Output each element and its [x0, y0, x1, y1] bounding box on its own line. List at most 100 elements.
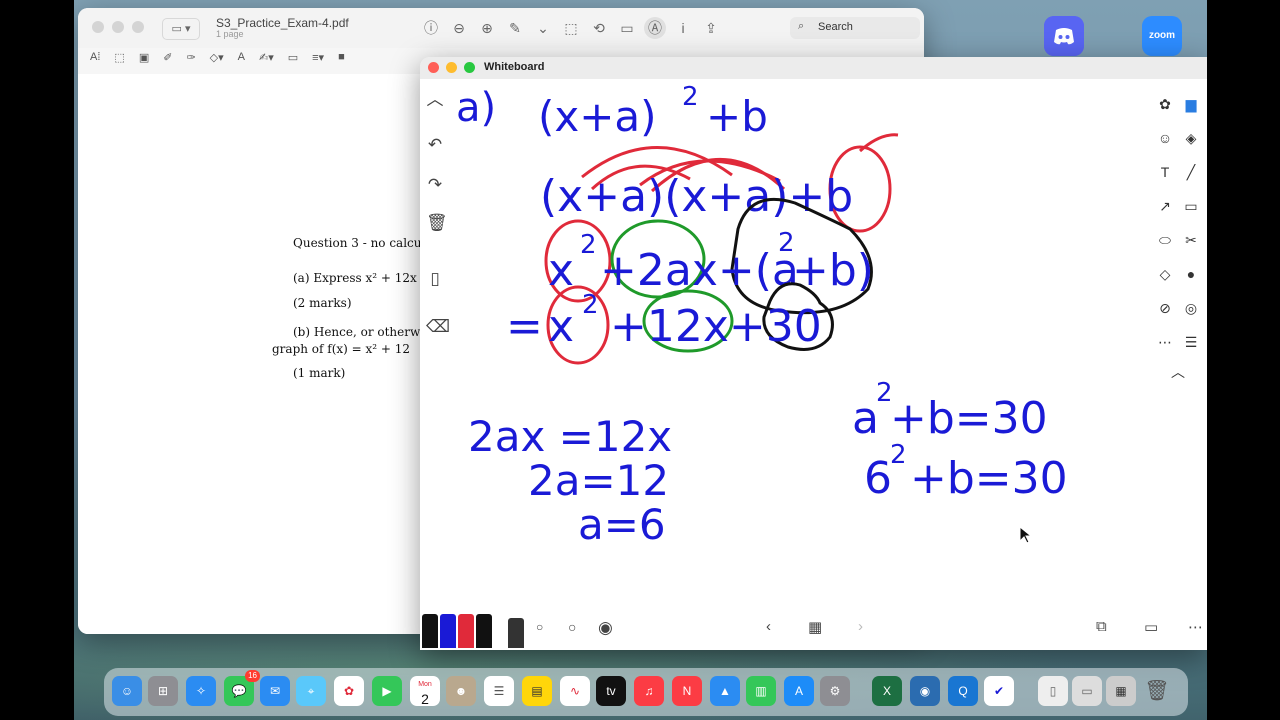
chevron-down-icon[interactable]: ⌄ [532, 17, 554, 39]
collapse-up-icon[interactable]: ︿ [426, 85, 444, 110]
small-stroke-icon[interactable]: ○ [536, 620, 543, 634]
arrow-tool-icon[interactable]: ↗ [1154, 195, 1176, 217]
ellipse-tool-icon[interactable]: ⬭ [1154, 229, 1176, 251]
next-page-icon[interactable]: › [858, 618, 863, 635]
info-i-icon[interactable]: i [672, 17, 694, 39]
maps-icon[interactable]: ⌖ [296, 676, 326, 706]
scissors-icon[interactable]: ✂ [1180, 229, 1202, 251]
redo-icon[interactable]: ↷ [426, 175, 444, 195]
minimize-button[interactable] [446, 62, 457, 73]
freeform-icon[interactable]: ∿ [560, 676, 590, 706]
fill-tool-icon[interactable]: ◇ [1154, 263, 1176, 285]
instant-alpha-icon[interactable]: ▣ [139, 51, 149, 64]
screenshot-icon[interactable]: ▭ [1072, 676, 1102, 706]
more-options-icon[interactable]: ⋯ [1188, 618, 1203, 636]
black-pen-icon[interactable] [422, 614, 438, 648]
safari-icon[interactable]: ✧ [186, 676, 216, 706]
system-settings-icon[interactable]: ⚙ [820, 676, 850, 706]
finder-icon[interactable]: ☺ [112, 676, 142, 706]
excel-icon[interactable]: X [872, 676, 902, 706]
app-store-icon[interactable]: A [784, 676, 814, 706]
close-button[interactable] [428, 62, 439, 73]
launchpad-icon[interactable]: ⊞ [148, 676, 178, 706]
rectangle-tool-icon[interactable]: ▭ [1180, 195, 1202, 217]
solve-line3: a=6 [578, 500, 666, 549]
share-icon[interactable]: ⇪ [700, 17, 722, 39]
zoom-in-icon[interactable]: ⊕ [476, 17, 498, 39]
large-stroke-icon[interactable]: ◉ [598, 618, 613, 638]
apple-tv-icon[interactable]: tv [596, 676, 626, 706]
signature-icon[interactable]: ✍▾ [259, 51, 274, 64]
numbers-icon[interactable]: ▥ [746, 676, 776, 706]
sticker-icon[interactable]: ☺ [1154, 127, 1176, 149]
document-icon[interactable]: ▯ [1038, 676, 1068, 706]
note-icon[interactable]: ▭ [288, 51, 298, 64]
contacts-icon[interactable]: ☻ [446, 676, 476, 706]
color-wheel-icon[interactable]: ◎ [1180, 297, 1202, 319]
sketch-icon[interactable]: ✐ [163, 51, 172, 64]
zoom-button[interactable] [464, 62, 475, 73]
mail-icon[interactable]: ✉ [260, 676, 290, 706]
zoom-button[interactable] [132, 21, 144, 33]
whiteboard-app-icon[interactable]: ✔ [984, 676, 1014, 706]
keynote-icon[interactable]: ▲ [710, 676, 740, 706]
draw-icon[interactable]: ✑ [186, 51, 195, 64]
shapes-icon[interactable]: ◇▾ [210, 51, 224, 64]
calendar-icon[interactable]: Mon 2 [410, 676, 440, 706]
rotate-icon[interactable]: ⟲ [588, 17, 610, 39]
page-grid-icon[interactable]: ▦ [808, 618, 822, 636]
markup-toolbar-icon[interactable]: Ⓐ [644, 17, 666, 39]
zoom-icon[interactable]: zoom [1142, 16, 1182, 56]
crop-icon[interactable]: ⬚ [560, 17, 582, 39]
text-tool-icon[interactable]: T [1154, 161, 1176, 183]
undo-icon[interactable]: ↶ [426, 135, 444, 155]
trash-icon[interactable]: 🗑 [426, 213, 448, 233]
search-field[interactable]: ⌕ Search [790, 17, 920, 39]
zoom-out-icon[interactable]: ⊖ [448, 17, 470, 39]
messages-icon[interactable]: 💬 16 [224, 670, 260, 706]
color-black-icon[interactable]: ● [1180, 263, 1202, 285]
markup-pen-icon[interactable]: ✎ [504, 17, 526, 39]
red-pen-icon[interactable] [458, 614, 474, 648]
new-page-icon[interactable]: ▭ [1144, 618, 1158, 636]
line-tool-icon[interactable]: ╱ [1180, 161, 1202, 183]
previous-page-icon[interactable]: ‹ [766, 618, 771, 635]
whiteboard-canvas[interactable]: a) (x+a) 2 +b (x+a)(x+a)+b x 2 +2ax+(a 2… [420, 79, 1207, 650]
add-eraser-icon[interactable]: ⌫ [426, 317, 450, 337]
window-preview-icon[interactable]: ▦ [1106, 676, 1136, 706]
text-selection-icon[interactable]: A⁞ [90, 51, 100, 64]
reminders-icon[interactable]: ☰ [484, 676, 514, 706]
disk-utility-icon[interactable]: ◉ [910, 676, 940, 706]
more-icon[interactable]: ⋯ [1154, 331, 1176, 353]
form-icon[interactable]: ▭ [616, 17, 638, 39]
line-style-icon[interactable]: ≡▾ [312, 51, 324, 64]
black-marker-icon[interactable] [476, 614, 492, 648]
quicktime-icon[interactable]: Q [948, 676, 978, 706]
notes-icon[interactable]: ▤ [522, 676, 552, 706]
layers-icon[interactable]: ◈ [1180, 127, 1202, 149]
duplicate-page-icon[interactable]: ⧉ [1096, 618, 1107, 635]
medium-stroke-icon[interactable]: ○ [568, 619, 576, 635]
blue-pen-icon[interactable] [440, 614, 456, 648]
list-icon[interactable]: ☰ [1180, 331, 1202, 353]
border-color-icon[interactable]: ■ [338, 51, 345, 64]
add-page-icon[interactable]: ▯ [426, 269, 444, 289]
photos-app-icon[interactable]: ✿ [334, 676, 364, 706]
info-icon[interactable]: ⓘ [420, 17, 442, 39]
trash-bin-icon[interactable]: 🗑 [1142, 676, 1172, 706]
minimize-button[interactable] [112, 21, 124, 33]
photos-icon[interactable]: ✿ [1154, 93, 1176, 115]
facetime-icon[interactable]: ▶ [372, 676, 402, 706]
discord-icon[interactable] [1044, 16, 1084, 56]
sidebar-toggle-icon[interactable]: ▭ ▾ [162, 18, 200, 40]
rect-selection-icon[interactable]: ⬚ [114, 51, 124, 64]
music-icon[interactable]: ♫ [634, 676, 664, 706]
pen-size-icon[interactable]: ⊘ [1154, 297, 1176, 319]
close-button[interactable] [92, 21, 104, 33]
text-box-icon[interactable]: A [238, 51, 245, 64]
eraser-icon[interactable] [508, 618, 524, 648]
news-icon[interactable]: N [672, 676, 702, 706]
folder-icon[interactable]: ▆ [1180, 93, 1202, 115]
question-part-a-marks: (2 marks) [293, 296, 352, 310]
collapse-up-icon[interactable]: ︿ [1167, 361, 1189, 383]
